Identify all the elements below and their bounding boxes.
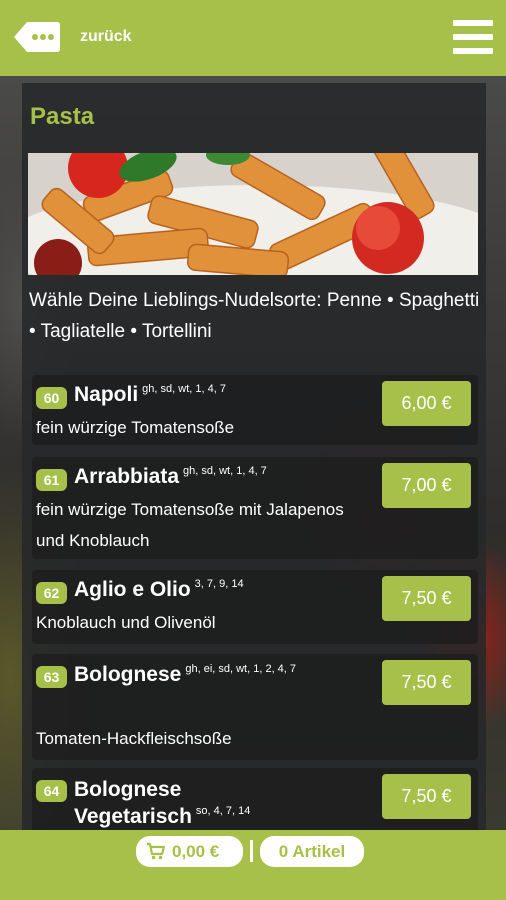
add-to-cart-price-button[interactable]: 7,50 €: [382, 774, 471, 819]
shopping-cart-icon: [147, 842, 166, 860]
item-number-badge: 64: [36, 780, 67, 802]
add-to-cart-price-button[interactable]: 6,00 €: [382, 381, 471, 426]
item-name: Arrabbiata gh, sd, wt, 1, 4, 7: [74, 465, 267, 489]
item-name-text: Bolognese: [74, 663, 182, 686]
menu-item-card[interactable]: 60 Napoli gh, sd, wt, 1, 4, 7 fein würzig…: [32, 375, 478, 445]
item-name-text: Aglio e Olio: [74, 578, 191, 601]
menu-category-panel: Pasta Wähle Deine Lieblings-Nudelsorte: …: [22, 83, 486, 830]
item-name: Napoli gh, sd, wt, 1, 4, 7: [74, 383, 226, 407]
item-number-badge: 62: [36, 582, 67, 604]
add-to-cart-price-button[interactable]: 7,50 €: [382, 660, 471, 705]
item-description: fein würzige Tomatensoße: [36, 418, 235, 437]
item-name: Aglio e Olio 3, 7, 9, 14: [74, 578, 244, 602]
item-allergens: so, 4, 7, 14: [195, 805, 251, 817]
item-allergens: 3, 7, 9, 14: [194, 578, 244, 590]
menu-item-card[interactable]: 61 Arrabbiata gh, sd, wt, 1, 4, 7 fein wü…: [32, 457, 478, 559]
item-description: Knoblauch und Olivenöl: [36, 613, 216, 632]
add-to-cart-price-button[interactable]: 7,00 €: [382, 463, 471, 508]
category-title: Pasta: [30, 103, 95, 130]
top-bar: zurück: [0, 0, 506, 76]
item-name: Bolognese Vegetarisch so, 4, 7, 14: [74, 776, 274, 830]
item-allergens: gh, ei, sd, wt, 1, 2, 4, 7: [185, 663, 297, 675]
item-description: fein würzige Tomatensoße mit Jalapenos u…: [36, 500, 344, 550]
category-description: Wähle Deine Lieblings-Nudelsorte: Penne …: [29, 290, 480, 342]
item-number-badge: 63: [36, 666, 67, 688]
item-description: Tomaten-Hackfleischsoße: [36, 729, 232, 748]
menu-item-card[interactable]: 62 Aglio e Olio 3, 7, 9, 14 Knoblauch und…: [32, 570, 478, 644]
ellipsis-bubble-back-icon: [14, 22, 60, 52]
item-name-text: Arrabbiata: [74, 465, 180, 488]
article-count-button[interactable]: 0 Artikel: [260, 836, 364, 867]
cart-total-button[interactable]: 0,00 €: [136, 836, 243, 867]
footer-divider: [250, 840, 253, 862]
item-allergens: gh, sd, wt, 1, 4, 7: [183, 465, 267, 477]
item-allergens: gh, sd, wt, 1, 4, 7: [142, 383, 226, 395]
pasta-photo-illustration: [28, 153, 478, 275]
item-number-badge: 61: [36, 469, 67, 491]
pasta-hero-image: [28, 153, 478, 275]
menu-item-card[interactable]: 64 Bolognese Vegetarisch so, 4, 7, 14 7,5…: [32, 768, 478, 830]
hamburger-menu-icon[interactable]: [453, 20, 493, 54]
back-button[interactable]: [13, 20, 61, 54]
back-label[interactable]: zurück: [80, 28, 132, 46]
add-to-cart-price-button[interactable]: 7,50 €: [382, 576, 471, 621]
menu-item-card[interactable]: 63 Bolognese gh, ei, sd, wt, 1, 2, 4, 7 T…: [32, 654, 478, 760]
item-name-text: Napoli: [74, 383, 139, 406]
item-number-badge: 60: [36, 387, 67, 409]
item-name-text: Bolognese Vegetarisch: [74, 778, 192, 828]
cart-bar: 0,00 € 0 Artikel: [0, 830, 506, 900]
item-name: Bolognese gh, ei, sd, wt, 1, 2, 4, 7: [74, 662, 344, 691]
cart-total: 0,00 €: [172, 842, 220, 861]
